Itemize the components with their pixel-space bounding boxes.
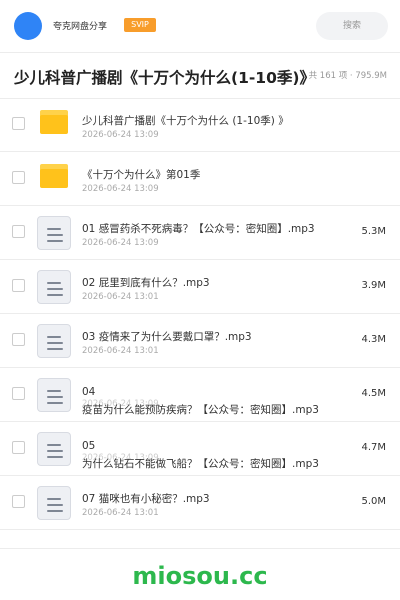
list-item[interactable]: 01 感冒药杀不死病毒？【公众号：密知圈】.mp3 2026-06-24 13:… xyxy=(0,206,400,260)
username[interactable]: 夸克网盘分享 xyxy=(53,19,107,32)
item-name: 02 屁里到底有什么？.mp3 xyxy=(82,277,210,289)
row-checkbox[interactable] xyxy=(12,441,25,454)
item-date: 2026-06-24 13:01 xyxy=(82,292,159,302)
item-name: 01 感冒药杀不死病毒？【公众号：密知圈】.mp3 xyxy=(82,223,315,235)
watermark-text: miosou.cc xyxy=(132,562,268,590)
item-name: 《十万个为什么》第01季 xyxy=(82,169,201,181)
list-item[interactable]: 2026-06-24 13:09 05 为什么钻石不能做飞船？【公众号：密知圈】… xyxy=(0,422,400,476)
item-name: 03 疫情来了为什么要戴口罩？.mp3 xyxy=(82,331,252,343)
list-item[interactable]: 02 屁里到底有什么？.mp3 2026-06-24 13:01 3.9M xyxy=(0,260,400,314)
item-date: 2026-06-24 13:01 xyxy=(82,508,159,518)
folder-icon xyxy=(40,110,68,134)
top-header: 夸克网盘分享 SVIP 搜索 xyxy=(0,0,400,52)
list-item[interactable]: 少儿科普广播剧《十万个为什么 (1-10季) 》 2026-06-24 13:0… xyxy=(0,98,400,152)
item-name: 07 猫咪也有小秘密？.mp3 xyxy=(82,493,210,505)
item-name: 少儿科普广播剧《十万个为什么 (1-10季) 》 xyxy=(82,115,289,127)
audio-file-icon xyxy=(37,216,71,250)
item-date: 2026-06-24 13:01 xyxy=(82,346,159,356)
row-checkbox[interactable] xyxy=(12,495,25,508)
audio-file-icon xyxy=(37,432,71,466)
row-checkbox[interactable] xyxy=(12,333,25,346)
item-count: 共 161 项 · 795.9M xyxy=(308,71,387,81)
list-item[interactable]: 《十万个为什么》第01季 2026-06-24 13:09 xyxy=(0,152,400,206)
list-item[interactable]: 2026-06-24 13:09 04 疫苗为什么能预防疾病？【公众号：密知圈】… xyxy=(0,368,400,422)
row-checkbox[interactable] xyxy=(12,387,25,400)
item-date: 2026-06-24 13:09 xyxy=(82,130,159,140)
item-name-line2: 疫苗为什么能预防疾病？【公众号：密知圈】.mp3 xyxy=(82,404,319,416)
item-name-line2: 为什么钻石不能做飞船？【公众号：密知圈】.mp3 xyxy=(82,458,319,470)
list-item[interactable]: 03 疫情来了为什么要戴口罩？.mp3 2026-06-24 13:01 4.3… xyxy=(0,314,400,368)
item-size: 3.9M xyxy=(361,280,386,291)
file-list: 少儿科普广播剧《十万个为什么 (1-10季) 》 2026-06-24 13:0… xyxy=(0,98,400,530)
row-checkbox[interactable] xyxy=(12,225,25,238)
list-item[interactable]: 07 猫咪也有小秘密？.mp3 2026-06-24 13:01 5.0M xyxy=(0,476,400,530)
audio-file-icon xyxy=(37,378,71,412)
row-checkbox[interactable] xyxy=(12,117,25,130)
audio-file-icon xyxy=(37,270,71,304)
search-input[interactable]: 搜索 xyxy=(316,12,388,40)
svip-badge: SVIP xyxy=(124,18,156,32)
item-size: 4.7M xyxy=(361,442,386,453)
page-title: 少儿科普广播剧《十万个为什么(1-10季)》 xyxy=(14,69,315,87)
item-date: 2026-06-24 13:09 xyxy=(82,238,159,248)
audio-file-icon xyxy=(37,486,71,520)
item-size: 5.3M xyxy=(361,226,386,237)
row-checkbox[interactable] xyxy=(12,171,25,184)
item-size: 5.0M xyxy=(361,496,386,507)
avatar[interactable] xyxy=(14,12,42,40)
item-size: 4.3M xyxy=(361,334,386,345)
item-size: 4.5M xyxy=(361,388,386,399)
item-name-line1: 04 xyxy=(82,386,96,398)
folder-title-bar: 少儿科普广播剧《十万个为什么(1-10季)》 共 161 项 · 795.9M xyxy=(0,52,400,98)
audio-file-icon xyxy=(37,324,71,358)
row-checkbox[interactable] xyxy=(12,279,25,292)
footer-divider xyxy=(0,548,400,549)
item-date: 2026-06-24 13:09 xyxy=(82,184,159,194)
item-name-line1: 05 xyxy=(82,440,96,452)
folder-icon xyxy=(40,164,68,188)
